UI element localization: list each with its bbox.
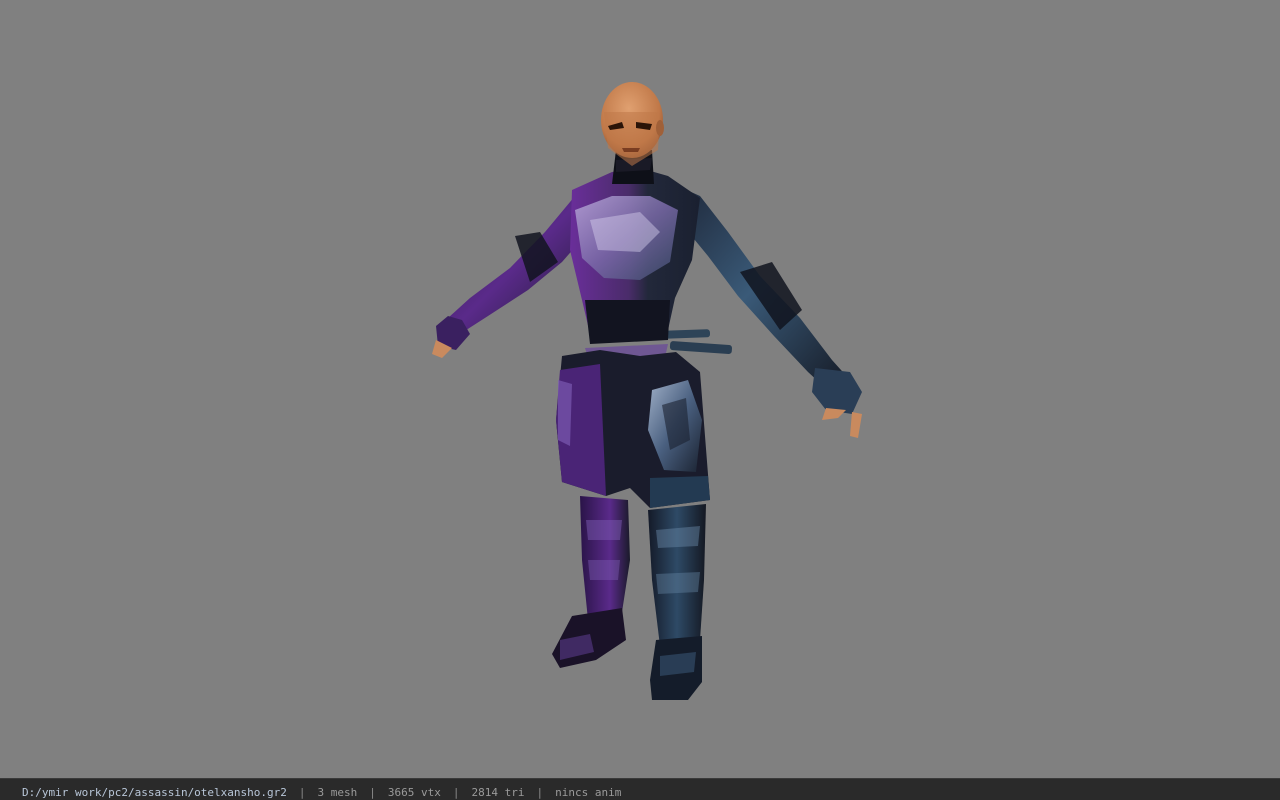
left-arm	[432, 190, 590, 358]
left-leg	[552, 496, 630, 668]
status-bar: D:/ymir work/pc2/assassin/otelxansho.gr2…	[0, 778, 1280, 800]
animation-status-label: nincs anim	[555, 786, 622, 799]
status-separator: |	[369, 786, 376, 799]
status-separator: |	[452, 786, 460, 799]
status-separator: |	[298, 786, 306, 799]
head	[601, 82, 664, 184]
sheathed-blade	[664, 329, 732, 355]
file-path-label: D:/ymir work/pc2/assassin/otelxansho.gr2	[22, 786, 287, 799]
triangle-count-label: 2814 tri	[471, 786, 525, 799]
3d-viewport[interactable]	[0, 0, 1280, 778]
hip-armor	[556, 350, 710, 508]
vertex-count-label: 3665 vtx	[387, 786, 441, 799]
mesh-count-label: 3 mesh	[317, 786, 358, 799]
right-leg	[648, 504, 706, 700]
character-model	[432, 82, 862, 700]
status-separator: |	[536, 786, 544, 799]
